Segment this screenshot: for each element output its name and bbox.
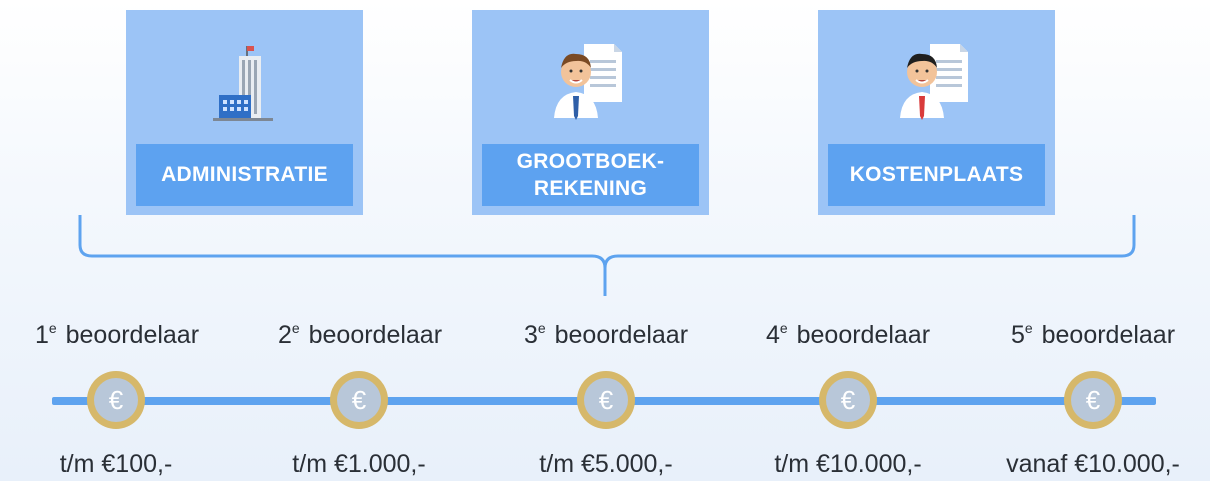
amount-label: t/m €100,- (59, 450, 173, 478)
euro-coin-icon: € (87, 371, 145, 429)
amount-label: t/m €5.000,- (539, 450, 673, 478)
svg-text:€: € (1086, 385, 1101, 415)
rater-label: 2e beoordelaar (277, 320, 443, 349)
svg-text:€: € (599, 385, 614, 415)
svg-text:€: € (109, 385, 124, 415)
amount-label: vanaf €10.000,- (1006, 450, 1180, 478)
rater-label: 3e beoordelaar (523, 320, 689, 349)
svg-text:€: € (352, 385, 367, 415)
euro-coin-icon: € (330, 371, 388, 429)
amount-label: t/m €1.000,- (292, 450, 426, 478)
rater-label: 1e beoordelaar (34, 320, 200, 349)
euro-coin-icon: € (819, 371, 877, 429)
rater-label: 4e beoordelaar (765, 320, 931, 349)
brace-connector (78, 215, 1136, 296)
euro-coin-icon: € (1064, 371, 1122, 429)
euro-coin-icon: € (577, 371, 635, 429)
svg-text:€: € (841, 385, 856, 415)
amount-label: t/m €10.000,- (774, 450, 922, 478)
rater-label: 5e beoordelaar (1010, 320, 1176, 349)
